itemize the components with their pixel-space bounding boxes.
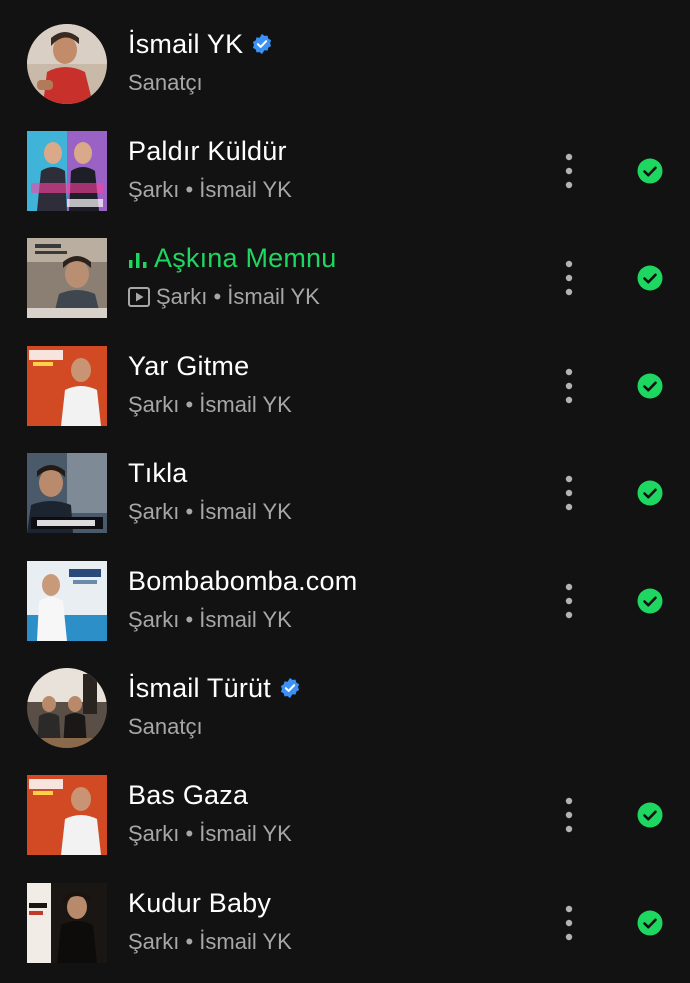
downloaded-check-icon <box>637 480 663 506</box>
album-cover <box>27 346 107 426</box>
artist-avatar <box>27 24 107 104</box>
downloaded-check-icon <box>637 265 663 291</box>
album-cover <box>27 453 107 533</box>
more-options-icon[interactable] <box>556 899 582 947</box>
more-options-icon[interactable] <box>556 254 582 302</box>
more-options-icon[interactable] <box>556 362 582 410</box>
more-options-icon[interactable] <box>556 147 582 195</box>
result-title: Bombabomba.com <box>128 566 358 596</box>
verified-badge-icon <box>253 33 272 55</box>
result-subtitle: Şarkı • İsmail YK <box>128 177 292 202</box>
artist-name: İsmail Türüt <box>128 673 271 703</box>
result-row-artist[interactable]: İsmail YK Sanatçı <box>0 0 690 107</box>
more-options-icon[interactable] <box>556 469 582 517</box>
verified-badge-icon <box>280 677 300 699</box>
album-cover <box>27 131 107 211</box>
result-row-song[interactable]: Bas Gaza Şarkı • İsmail YK <box>0 751 690 858</box>
result-row-song[interactable]: Aşkına Memnu Şarkı • İsmail YK <box>0 214 690 321</box>
result-row-song[interactable]: Paldır Küldür Şarkı • İsmail YK <box>0 107 690 214</box>
song-meta: Şarkı • İsmail YK <box>156 284 320 309</box>
result-title: Yar Gitme <box>128 351 250 381</box>
more-options-icon[interactable] <box>556 791 582 839</box>
result-title: Tıkla <box>128 458 188 488</box>
result-row-song[interactable]: Tıkla Şarkı • İsmail YK <box>0 429 690 536</box>
result-row-artist[interactable]: İsmail Türüt Sanatçı <box>0 644 690 751</box>
result-subtitle: Sanatçı <box>128 714 203 739</box>
video-badge-icon <box>128 287 150 307</box>
album-cover <box>27 561 107 641</box>
downloaded-check-icon <box>637 158 663 184</box>
downloaded-check-icon <box>637 910 663 936</box>
equalizer-icon <box>129 253 147 268</box>
result-title: Paldır Küldür <box>128 136 287 166</box>
downloaded-check-icon <box>637 373 663 399</box>
result-subtitle: Şarkı • İsmail YK <box>128 392 292 417</box>
result-subtitle: Şarkı • İsmail YK <box>128 499 292 524</box>
artist-name: İsmail YK <box>128 29 244 59</box>
more-options-icon[interactable] <box>556 577 582 625</box>
result-title: İsmail Türüt <box>128 671 301 705</box>
artist-avatar <box>27 668 107 748</box>
album-cover <box>27 775 107 855</box>
search-results-list: İsmail YK Sanatçı Paldır Küldür Şarkı • … <box>0 0 690 983</box>
result-title: Bas Gaza <box>128 780 249 810</box>
result-subtitle: Şarkı • İsmail YK <box>128 821 292 846</box>
downloaded-check-icon <box>637 588 663 614</box>
album-cover <box>27 883 107 963</box>
result-title: İsmail YK <box>128 27 273 61</box>
album-cover <box>27 238 107 318</box>
result-row-song[interactable]: Yar Gitme Şarkı • İsmail YK <box>0 322 690 429</box>
downloaded-check-icon <box>637 802 663 828</box>
result-subtitle: Şarkı • İsmail YK <box>128 929 292 954</box>
song-name: Aşkına Memnu <box>154 243 337 273</box>
result-subtitle: Şarkı • İsmail YK <box>128 607 292 632</box>
result-title: Kudur Baby <box>128 888 272 918</box>
result-subtitle: Sanatçı <box>128 70 203 95</box>
result-subtitle: Şarkı • İsmail YK <box>128 283 320 311</box>
result-row-song[interactable]: Bombabomba.com Şarkı • İsmail YK <box>0 537 690 644</box>
result-title: Aşkına Memnu <box>128 241 336 275</box>
result-row-song[interactable]: Kudur Baby Şarkı • İsmail YK <box>0 859 690 966</box>
